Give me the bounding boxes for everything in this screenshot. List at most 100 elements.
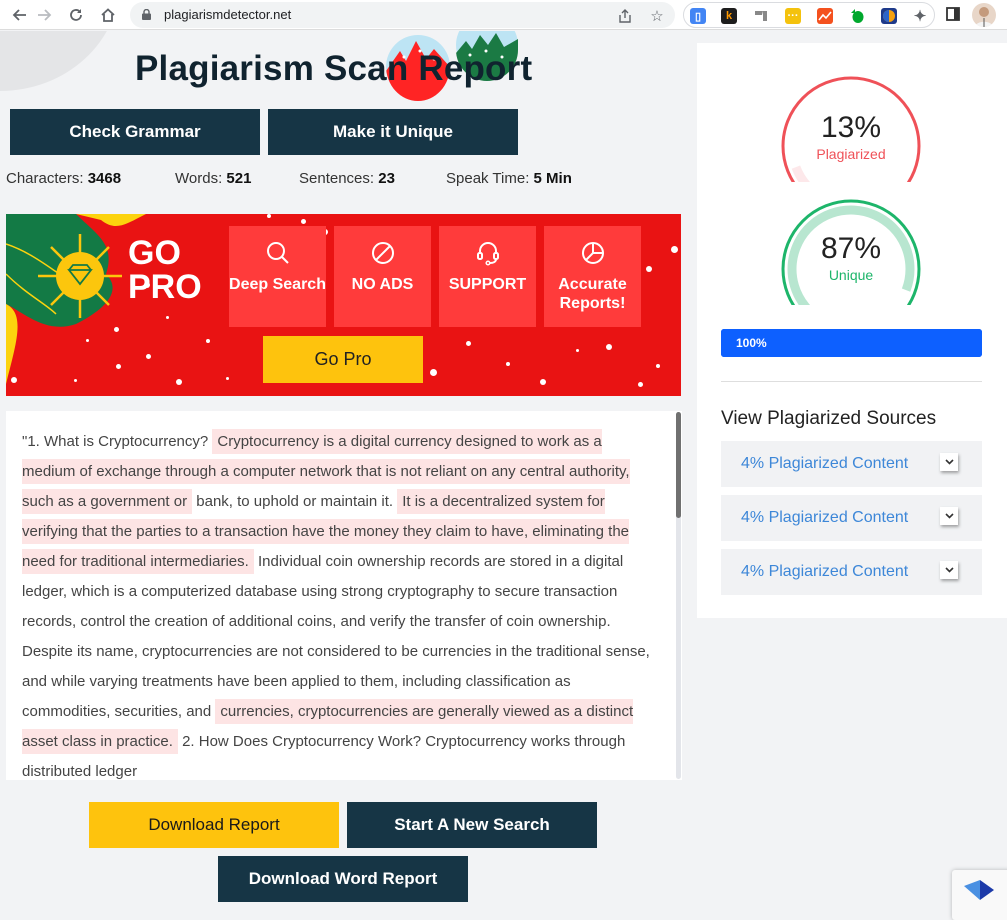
snow-dot xyxy=(267,214,271,218)
snow-dot xyxy=(86,339,89,342)
side-panel-icon[interactable] xyxy=(944,5,962,23)
share-icon[interactable] xyxy=(616,7,634,25)
stat-sentences: Sentences: 23 xyxy=(299,170,395,187)
chevron-down-icon[interactable] xyxy=(940,561,958,579)
feature-label: Deep Search xyxy=(229,276,326,293)
new-search-button[interactable]: Start A New Search xyxy=(347,802,597,848)
globe-extension-icon[interactable] xyxy=(881,8,897,24)
go-pro-button[interactable]: Go Pro xyxy=(263,336,423,383)
feature-tile-support: SUPPORT xyxy=(439,226,536,327)
go-pro-banner: GO PRO Deep Search NO ADS SUPPORT Accura… xyxy=(6,214,681,396)
snow-dot xyxy=(74,379,77,382)
unique-percent: 87% xyxy=(820,232,882,265)
snow-dot xyxy=(174,254,179,259)
source-item[interactable]: 4% Plagiarized Content xyxy=(721,495,982,541)
scan-progress-bar: 100% xyxy=(721,329,982,357)
pie-chart-icon xyxy=(581,242,604,264)
snow-dot xyxy=(226,377,229,380)
page-title: Plagiarism Scan Report xyxy=(135,49,533,88)
snow-dot xyxy=(146,354,151,359)
stat-speak-time: Speak Time: 5 Min xyxy=(446,170,572,187)
snowflake-diamond-decoration xyxy=(6,214,146,384)
source-label[interactable]: 4% Plagiarized Content xyxy=(741,455,908,473)
address-bar[interactable]: plagiarismdetector.net ☆ xyxy=(130,2,675,28)
feature-label: Accurate Reports! xyxy=(558,276,627,312)
analytics-extension-icon[interactable] xyxy=(817,8,833,24)
browser-toolbar: plagiarismdetector.net ☆ ▯ k ··· ✦ xyxy=(0,0,1007,30)
divider xyxy=(721,381,982,382)
snow-dot xyxy=(466,341,471,346)
decorative-arc xyxy=(0,31,120,91)
snow-dot xyxy=(606,344,612,350)
chevron-down-icon[interactable] xyxy=(940,507,958,525)
page: Plagiarism Scan Report Check Grammar Mak… xyxy=(0,31,1007,914)
scrollbar-thumb[interactable] xyxy=(676,412,681,518)
source-item[interactable]: 4% Plagiarized Content xyxy=(721,549,982,595)
gray-extension-icon[interactable] xyxy=(753,8,769,24)
stat-words: Words: 521 xyxy=(175,170,252,187)
lock-icon xyxy=(142,9,151,20)
source-label[interactable]: 4% Plagiarized Content xyxy=(741,509,908,527)
search-icon xyxy=(266,242,289,264)
snow-dot xyxy=(671,246,678,253)
recaptcha-icon xyxy=(964,880,994,900)
snow-dot xyxy=(176,379,182,385)
url-text: plagiarismdetector.net xyxy=(164,7,292,22)
home-icon[interactable] xyxy=(97,4,119,26)
stat-characters: Characters: 3468 xyxy=(6,170,122,187)
text-scrollbar[interactable] xyxy=(676,412,681,779)
blue-tag-extension-icon[interactable]: ▯ xyxy=(690,8,706,24)
plagiarized-label: Plagiarized xyxy=(816,146,886,162)
k-extension-icon[interactable]: k xyxy=(721,8,737,24)
sources-heading: View Plagiarized Sources xyxy=(721,408,937,429)
gauge-progress-arc xyxy=(791,165,811,182)
feature-tile-accurate-reports: Accurate Reports! xyxy=(544,226,641,327)
go-pro-heading: GO PRO xyxy=(128,234,202,306)
progress-label: 100% xyxy=(736,336,767,350)
download-word-report-button[interactable]: Download Word Report xyxy=(218,856,468,902)
feature-tile-no-ads: NO ADS xyxy=(334,226,431,327)
snow-dot xyxy=(114,327,119,332)
evernote-extension-icon[interactable] xyxy=(849,8,865,24)
results-sidebar: 13% Plagiarized 87% Unique 100% View Pla… xyxy=(697,43,1007,618)
plagiarized-gauge: 13% Plagiarized xyxy=(779,74,923,182)
snow-dot xyxy=(116,364,121,369)
snow-dot xyxy=(144,282,150,288)
reload-icon[interactable] xyxy=(65,4,87,26)
text-segment: bank, to uphold or maintain it. xyxy=(192,493,398,510)
feature-label: SUPPORT xyxy=(448,276,527,293)
extensions-puzzle-icon[interactable]: ✦ xyxy=(912,8,928,25)
snow-dot xyxy=(646,266,652,272)
feature-label: NO ADS xyxy=(351,276,414,293)
scanned-text-panel: "1. What is Cryptocurrency? Cryptocurren… xyxy=(6,411,682,780)
text-segment: Individual coin ownership records are st… xyxy=(22,553,650,720)
check-grammar-button[interactable]: Check Grammar xyxy=(10,109,260,155)
snow-dot xyxy=(576,349,579,352)
forward-icon[interactable] xyxy=(33,4,55,26)
snow-dot xyxy=(166,316,169,319)
source-item[interactable]: 4% Plagiarized Content xyxy=(721,441,982,487)
snow-dot xyxy=(206,339,210,343)
no-ads-icon xyxy=(371,242,394,264)
bookmark-star-icon[interactable]: ☆ xyxy=(648,7,666,25)
snow-dot xyxy=(301,219,306,224)
source-label[interactable]: 4% Plagiarized Content xyxy=(741,563,908,581)
snow-dot xyxy=(638,382,643,387)
unique-gauge: 87% Unique xyxy=(779,197,923,305)
extensions-bar: ▯ k ··· ✦ xyxy=(683,2,935,28)
yellow-extension-icon[interactable]: ··· xyxy=(785,8,801,24)
snow-dot xyxy=(540,379,546,385)
feature-tile-deep-search: Deep Search xyxy=(229,226,326,327)
recaptcha-badge[interactable] xyxy=(952,870,1007,920)
snow-dot xyxy=(430,369,437,376)
download-report-button[interactable]: Download Report xyxy=(89,802,339,848)
snow-dot xyxy=(656,364,660,368)
make-unique-button[interactable]: Make it Unique xyxy=(268,109,518,155)
headset-icon xyxy=(476,242,499,266)
back-icon[interactable] xyxy=(9,4,31,26)
snow-dot xyxy=(506,362,510,366)
unique-label: Unique xyxy=(828,267,874,283)
profile-avatar[interactable] xyxy=(972,3,996,27)
scanned-text: "1. What is Cryptocurrency? Cryptocurren… xyxy=(22,427,658,780)
chevron-down-icon[interactable] xyxy=(940,453,958,471)
